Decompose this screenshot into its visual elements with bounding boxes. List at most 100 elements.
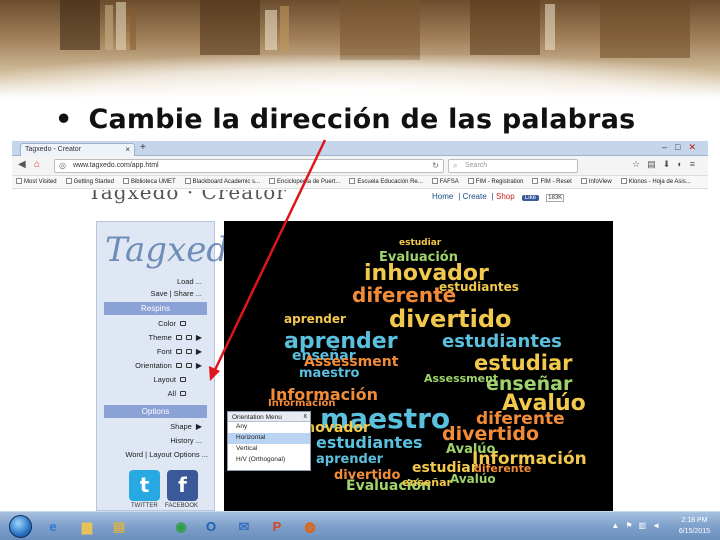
nav-shop-link[interactable]: Shop bbox=[496, 192, 515, 201]
twitter-icon[interactable]: t bbox=[129, 470, 160, 501]
lock-icon[interactable] bbox=[180, 377, 186, 382]
bookmark-item[interactable]: Escuela Educación Re... bbox=[349, 178, 423, 185]
lock-icon[interactable] bbox=[185, 363, 192, 368]
cloud-word[interactable]: estudiantes bbox=[442, 333, 562, 351]
close-window-icon[interactable]: ✕ bbox=[688, 142, 704, 152]
bookmark-item[interactable]: Enciclopedia de Puert... bbox=[269, 178, 340, 185]
history-button[interactable]: History ... bbox=[170, 436, 202, 445]
bookmark-item[interactable]: Klonos - Hoja de Asis... bbox=[620, 178, 691, 185]
cloud-word[interactable]: Información bbox=[268, 399, 336, 409]
cloud-word[interactable]: maestro bbox=[299, 367, 359, 380]
network-icon[interactable]: ▥ bbox=[639, 521, 653, 530]
respin-layout-button[interactable]: Layout bbox=[153, 375, 186, 384]
cloud-word[interactable]: estudiantes bbox=[316, 435, 423, 451]
cloud-word[interactable]: enseñar bbox=[402, 477, 452, 488]
star-icon[interactable]: ☆ bbox=[632, 159, 647, 169]
creator-sidebar: Tagxedo Load ... Save | Share ... Respin… bbox=[96, 221, 249, 511]
library-icon[interactable]: ▤ bbox=[647, 159, 663, 169]
facebook-like-button[interactable]: Like bbox=[521, 195, 539, 201]
orientation-menu: Orientation Menu x Any Horizontal Vertic… bbox=[227, 411, 311, 471]
lock-icon[interactable] bbox=[180, 391, 186, 396]
arrow-right-icon[interactable]: ▶ bbox=[196, 333, 202, 342]
facebook-icon[interactable]: f bbox=[167, 470, 198, 501]
cloud-word[interactable]: estudiar bbox=[474, 353, 573, 374]
home-icon[interactable]: ⌂ bbox=[34, 159, 40, 170]
folder-icon[interactable]: ▆ bbox=[74, 515, 100, 538]
arrow-right-icon[interactable]: ▶ bbox=[196, 361, 202, 370]
word-layout-options-button[interactable]: Word | Layout Options ... bbox=[125, 450, 208, 459]
bookmark-item[interactable]: Blackboard Academic s... bbox=[184, 178, 260, 185]
save-share-button[interactable]: Save | Share ... bbox=[150, 289, 202, 298]
cloud-word[interactable]: divertido bbox=[389, 307, 512, 331]
bookmark-page-icon bbox=[532, 178, 539, 184]
orientation-option-vertical[interactable]: Vertical bbox=[228, 444, 310, 455]
firefox-icon[interactable]: ◍ bbox=[297, 515, 323, 538]
browser-tab[interactable]: Tagxedo - Creator × bbox=[20, 143, 135, 156]
respin-theme-button[interactable]: Theme ▶ bbox=[149, 333, 203, 342]
lock-icon[interactable] bbox=[175, 335, 182, 340]
bookmark-item[interactable]: FAFSA bbox=[431, 178, 459, 185]
lock-icon[interactable] bbox=[185, 335, 192, 340]
close-icon[interactable]: x bbox=[304, 413, 308, 420]
search-input[interactable]: ⌕ Search bbox=[448, 159, 578, 173]
cloud-word[interactable]: estudiar bbox=[399, 239, 441, 248]
respins-header: Respins bbox=[104, 302, 207, 315]
back-icon[interactable]: ◀ bbox=[18, 159, 26, 170]
respin-color-button[interactable]: Color bbox=[158, 319, 186, 328]
arrow-right-icon[interactable]: ▶ bbox=[196, 347, 202, 356]
nav-home-link[interactable]: Home bbox=[432, 192, 453, 201]
orientation-option-horizontal[interactable]: Horizontal bbox=[228, 433, 310, 444]
lock-icon[interactable] bbox=[185, 349, 192, 354]
cloud-word[interactable]: diferente bbox=[474, 463, 531, 474]
chrome-icon[interactable]: ◉ bbox=[168, 515, 194, 538]
bookmark-page-icon bbox=[467, 178, 474, 184]
download-icon[interactable]: ⬇ bbox=[663, 159, 678, 169]
bookmarks-bar: Most Visited Getting Started Biblioteca UM… bbox=[12, 176, 708, 189]
bookmark-item[interactable]: InfoView bbox=[580, 178, 612, 185]
bookmark-item[interactable]: FIM - Reset bbox=[532, 178, 572, 185]
bookmark-item[interactable]: Biblioteca UMET bbox=[122, 178, 176, 185]
facebook-label: FACEBOOK bbox=[165, 503, 199, 509]
orientation-option-hv-orthogonal[interactable]: H/V (Orthogonal) bbox=[228, 455, 310, 466]
bookmark-item[interactable]: Getting Started bbox=[65, 178, 114, 185]
minimize-icon[interactable]: – bbox=[662, 142, 675, 152]
bookmark-page-icon bbox=[184, 178, 191, 184]
start-button[interactable] bbox=[9, 515, 32, 538]
cloud-word[interactable]: Assessment bbox=[424, 373, 498, 384]
browser-window: Tagxedo - Creator × + –□✕ ◀ ⌂ ◎ www.tagx… bbox=[12, 141, 708, 511]
arrow-right-icon[interactable]: ▶ bbox=[196, 422, 202, 431]
shape-button[interactable]: Shape ▶ bbox=[170, 422, 202, 431]
bookmark-item[interactable]: FIM - Registration bbox=[467, 178, 523, 185]
address-bar[interactable]: ◎ www.tagxedo.com/app.html ↻ bbox=[54, 159, 444, 173]
arrow-up-icon[interactable]: ▲ bbox=[611, 521, 625, 530]
new-tab-button[interactable]: + bbox=[140, 142, 146, 153]
ie-icon[interactable]: e bbox=[40, 515, 66, 538]
outlook-icon[interactable]: O bbox=[198, 515, 224, 538]
bookmark-label: FIM - Reset bbox=[540, 179, 572, 185]
reload-icon[interactable]: ↻ bbox=[432, 161, 439, 170]
bookmark-item[interactable]: Most Visited bbox=[16, 178, 57, 185]
mail-icon[interactable]: ✉ bbox=[231, 515, 257, 538]
volume-icon[interactable]: ◄ bbox=[652, 521, 666, 530]
orientation-option-any[interactable]: Any bbox=[228, 422, 310, 433]
cloud-word[interactable]: estudiantes bbox=[439, 281, 519, 293]
maximize-icon[interactable]: □ bbox=[675, 142, 688, 152]
powerpoint-icon[interactable]: P bbox=[264, 515, 290, 538]
flag-icon[interactable]: ⚑ bbox=[625, 521, 638, 530]
explorer-icon[interactable]: ▤ bbox=[106, 515, 132, 538]
cloud-word[interactable]: aprender bbox=[316, 453, 383, 466]
pocket-icon[interactable]: ◐ bbox=[677, 159, 689, 169]
close-tab-icon[interactable]: × bbox=[125, 145, 130, 154]
load-button[interactable]: Load ... bbox=[177, 277, 202, 286]
twitter-label: TWITTER bbox=[131, 503, 158, 509]
system-clock[interactable]: 2:18 PM 6/15/2015 bbox=[679, 515, 710, 537]
cloud-word[interactable]: aprender bbox=[284, 313, 346, 325]
respin-orientation-button[interactable]: Orientation ▶ bbox=[135, 361, 202, 370]
menu-icon[interactable]: ≡ bbox=[690, 159, 702, 169]
lock-icon[interactable] bbox=[175, 363, 182, 368]
respin-all-button[interactable]: All bbox=[168, 389, 186, 398]
lock-icon[interactable] bbox=[175, 349, 182, 354]
lock-icon[interactable] bbox=[180, 321, 186, 326]
respin-font-button[interactable]: Font ▶ bbox=[157, 347, 202, 356]
nav-create-link[interactable]: Create bbox=[463, 192, 487, 201]
